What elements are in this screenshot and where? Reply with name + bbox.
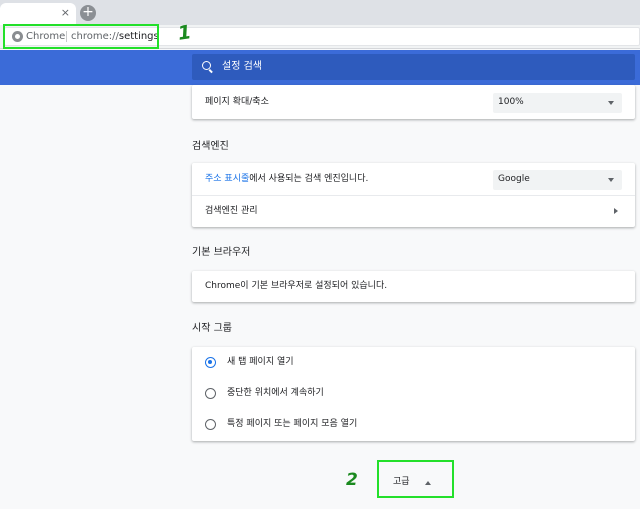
search-engine-row: 주소 표시줄에서 사용되는 검색 엔진입니다. Google	[192, 163, 635, 195]
search-engine-card: 주소 표시줄에서 사용되는 검색 엔진입니다. Google 검색엔진 관리	[192, 163, 635, 227]
search-icon	[202, 61, 211, 70]
new-tab-button[interactable]: +	[80, 5, 96, 21]
default-browser-status: Chrome이 기본 브라우저로 설정되어 있습니다.	[205, 281, 388, 291]
startup-title: 시작 그룹	[192, 323, 232, 334]
radio-button-checked[interactable]	[205, 357, 216, 368]
search-engine-title: 검색엔진	[192, 141, 229, 152]
chevron-right-icon	[614, 208, 618, 214]
annotation-highlight-advanced	[377, 460, 454, 498]
search-engine-select[interactable]: Google	[493, 170, 622, 190]
annotation-step-2: 2	[346, 470, 358, 490]
startup-option-label: 특정 페이지 또는 페이지 모음 열기	[227, 419, 358, 429]
startup-card: 새 탭 페이지 열기 중단한 위치에서 계속하기 특정 페이지 또는 페이지 모…	[192, 347, 635, 441]
settings-search-input[interactable]: 설정 검색	[192, 54, 635, 80]
search-engine-description: 주소 표시줄에서 사용되는 검색 엔진입니다.	[205, 173, 368, 186]
startup-option-label: 중단한 위치에서 계속하기	[227, 388, 324, 398]
zoom-row: 페이지 확대/축소 100%	[192, 85, 635, 119]
search-engine-value: Google	[498, 174, 530, 184]
browser-tab[interactable]: ×	[0, 3, 76, 25]
default-browser-title: 기본 브라우저	[192, 247, 251, 258]
startup-option-label: 새 탭 페이지 열기	[227, 357, 294, 367]
zoom-value: 100%	[498, 97, 524, 107]
radio-button[interactable]	[205, 388, 216, 399]
zoom-select[interactable]: 100%	[493, 93, 622, 113]
manage-search-engines-label: 검색엔진 관리	[205, 206, 258, 216]
tab-close-icon[interactable]: ×	[61, 6, 70, 20]
startup-option-new-tab[interactable]: 새 탭 페이지 열기	[192, 347, 635, 378]
manage-search-engines-row[interactable]: 검색엔진 관리	[192, 196, 635, 227]
search-placeholder: 설정 검색	[222, 61, 262, 72]
annotation-highlight-omnibox	[3, 24, 159, 49]
dropdown-arrow-icon	[608, 101, 614, 105]
appearance-card: 페이지 확대/축소 100%	[192, 85, 635, 119]
annotation-step-1: 1	[176, 21, 193, 45]
radio-button[interactable]	[205, 419, 216, 430]
address-bar-link[interactable]: 주소 표시줄	[205, 174, 249, 184]
default-browser-card: Chrome이 기본 브라우저로 설정되어 있습니다.	[192, 271, 635, 302]
tab-strip: × +	[0, 0, 640, 25]
startup-option-specific-pages[interactable]: 특정 페이지 또는 페이지 모음 열기	[192, 409, 635, 441]
zoom-label: 페이지 확대/축소	[205, 97, 269, 107]
dropdown-arrow-icon	[608, 178, 614, 182]
search-engine-description-rest: 에서 사용되는 검색 엔진입니다.	[249, 174, 369, 184]
startup-option-continue[interactable]: 중단한 위치에서 계속하기	[192, 378, 635, 409]
